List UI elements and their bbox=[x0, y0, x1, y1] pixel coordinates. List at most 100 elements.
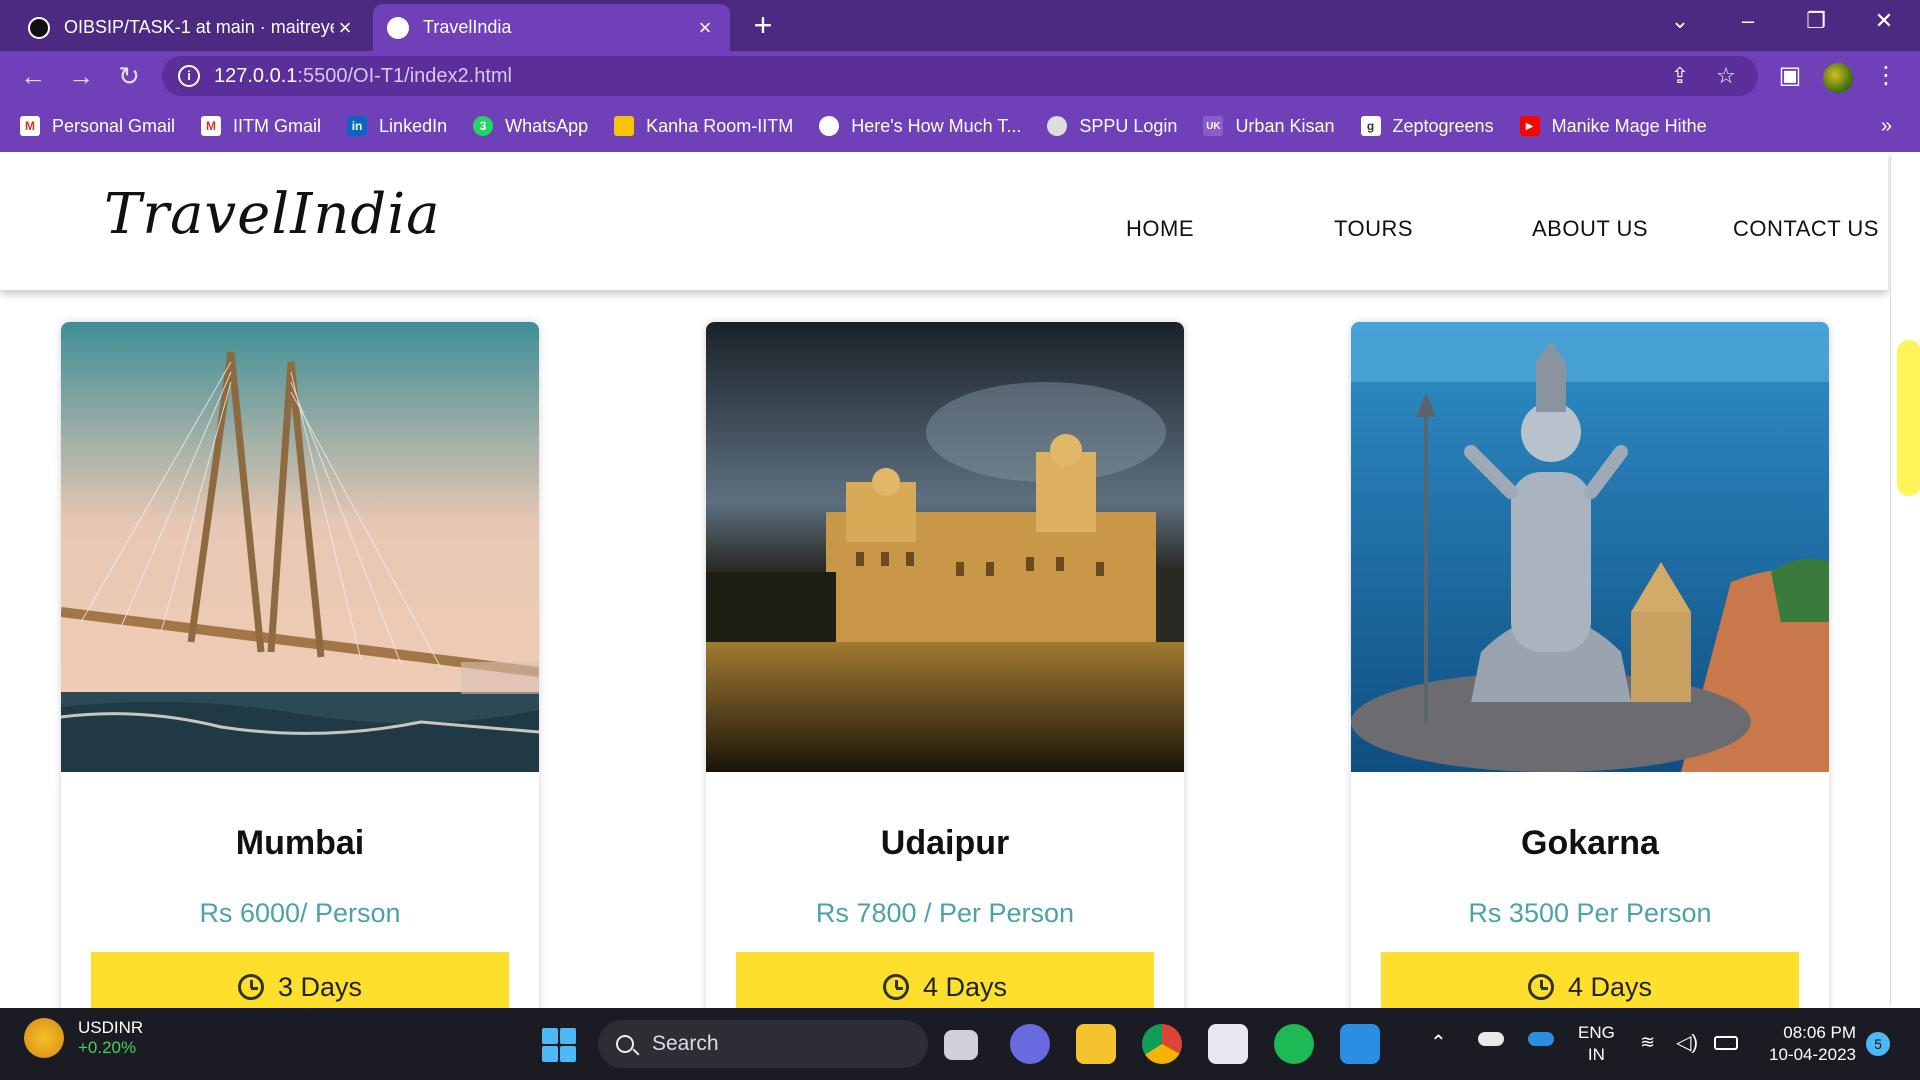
clock-icon bbox=[882, 974, 909, 1000]
whatsapp-icon: 3 bbox=[473, 116, 494, 136]
taskbar-search[interactable]: Search bbox=[598, 1020, 928, 1068]
github-icon bbox=[28, 16, 50, 39]
card-duration: 3 Days bbox=[277, 971, 363, 1002]
zepto-icon: g bbox=[1360, 116, 1381, 136]
bookmark-zeptogreens[interactable]: g Zeptogreens bbox=[1360, 116, 1494, 137]
side-panel-icon[interactable]: ▣ bbox=[1774, 60, 1806, 92]
onedrive-business-icon[interactable] bbox=[1528, 1032, 1554, 1046]
card-city: Udaipur bbox=[880, 824, 1010, 862]
card-duration-button[interactable]: 4 Days bbox=[1381, 952, 1799, 1008]
task-view-icon[interactable] bbox=[944, 1030, 978, 1060]
site-logo[interactable]: TravelIndia bbox=[104, 182, 441, 247]
bookmark-urban-kisan[interactable]: UK Urban Kisan bbox=[1203, 116, 1335, 137]
card-duration-button[interactable]: 3 Days bbox=[91, 952, 509, 1008]
close-window-button[interactable]: ✕ bbox=[1856, 0, 1912, 42]
tab-title: TravelIndia bbox=[423, 17, 512, 37]
address-bar[interactable]: i 127.0.0.1:5500/OI-T1/index2.html ⇪ ☆ bbox=[162, 56, 1758, 96]
card-price: Rs 7800 / Per Person bbox=[815, 898, 1075, 928]
reload-icon[interactable]: ↻ bbox=[112, 59, 146, 93]
close-tab-icon[interactable]: × bbox=[334, 15, 356, 41]
bookmark-whatsapp[interactable]: 3 WhatsApp bbox=[473, 116, 588, 137]
card-price: Rs 6000/ Person bbox=[199, 898, 401, 928]
spotify-icon[interactable] bbox=[1274, 1024, 1314, 1064]
page-viewport: TravelIndia HOME TOURS ABOUT US CONTACT … bbox=[0, 152, 1920, 1008]
start-button[interactable] bbox=[542, 1028, 576, 1062]
onedrive-personal-icon[interactable] bbox=[1478, 1032, 1504, 1046]
search-label: Search bbox=[652, 1032, 719, 1055]
snipping-tool-icon[interactable] bbox=[1208, 1024, 1248, 1064]
globe-icon bbox=[819, 116, 840, 136]
card-city: Gokarna bbox=[1521, 824, 1659, 862]
card-duration: 4 Days bbox=[1567, 971, 1653, 1002]
system-clock[interactable]: 08:06 PM 10-04-2023 bbox=[1760, 1022, 1856, 1066]
chrome-icon[interactable] bbox=[1142, 1024, 1182, 1064]
nav-tours[interactable]: TOURS bbox=[1334, 216, 1413, 242]
page-scrollbar[interactable] bbox=[1890, 156, 1920, 1006]
card-duration-button[interactable]: 4 Days bbox=[736, 952, 1154, 1008]
udaipur-palace-image bbox=[706, 322, 1184, 772]
back-icon[interactable]: ← bbox=[16, 59, 50, 93]
tour-card-gokarna[interactable]: Gokarna Rs 3500 Per Person 4 Days bbox=[1351, 322, 1829, 1008]
site-header: TravelIndia HOME TOURS ABOUT US CONTACT … bbox=[0, 152, 1888, 290]
bookmarks-bar: M Personal Gmail M IITM Gmail in LinkedIn 3… bbox=[0, 100, 1920, 152]
browser-tab-strip: OIBSIP/TASK-1 at main · maitreye × Trave… bbox=[0, 0, 1920, 51]
bookmark-heres-how-much[interactable]: Here's How Much T... bbox=[819, 116, 1021, 137]
nav-about-us[interactable]: ABOUT US bbox=[1532, 216, 1648, 242]
bookmark-manike-mage-hithe[interactable]: ▶ Manike Mage Hithe bbox=[1519, 116, 1707, 137]
youtube-icon: ▶ bbox=[1519, 116, 1540, 136]
ticker-change: +0.20% bbox=[78, 1038, 137, 1057]
sheets-icon bbox=[614, 116, 635, 136]
screen: OIBSIP/TASK-1 at main · maitreye × Trave… bbox=[0, 0, 1920, 1080]
tab-github[interactable]: OIBSIP/TASK-1 at main · maitreye × bbox=[14, 4, 370, 51]
language-indicator[interactable]: ENG IN bbox=[1578, 1022, 1615, 1066]
search-icon bbox=[616, 1035, 634, 1053]
linkedin-icon: in bbox=[347, 116, 368, 136]
bookmark-personal-gmail[interactable]: M Personal Gmail bbox=[20, 116, 175, 137]
forward-icon[interactable]: → bbox=[64, 59, 98, 93]
market-widget[interactable]: USDINR +0.20% bbox=[24, 1018, 143, 1058]
restore-button[interactable]: ❐ bbox=[1788, 0, 1844, 42]
currency-icon bbox=[24, 1018, 64, 1058]
gokarna-shiva-statue-image bbox=[1351, 322, 1829, 772]
globe-icon bbox=[387, 16, 409, 39]
mumbai-sea-link-image bbox=[61, 322, 539, 772]
url-text: 127.0.0.1:5500/OI-T1/index2.html bbox=[214, 64, 512, 87]
close-tab-icon[interactable]: × bbox=[694, 15, 716, 41]
vscode-icon[interactable] bbox=[1340, 1024, 1380, 1064]
bookmark-kanha-room[interactable]: Kanha Room-IITM bbox=[614, 116, 793, 137]
profile-avatar[interactable] bbox=[1823, 63, 1853, 93]
clock-icon bbox=[1527, 974, 1554, 1000]
show-hidden-icons[interactable]: ⌃ bbox=[1430, 1030, 1447, 1055]
menu-icon[interactable]: ⋮ bbox=[1870, 60, 1902, 92]
tab-travelindia[interactable]: TravelIndia × bbox=[373, 4, 730, 51]
browser-toolbar: ← → ↻ i 127.0.0.1:5500/OI-T1/index2.html… bbox=[0, 51, 1920, 100]
notification-badge[interactable]: 5 bbox=[1866, 1032, 1890, 1056]
tab-title: OIBSIP/TASK-1 at main · maitreye bbox=[64, 17, 334, 37]
site-info-icon[interactable]: i bbox=[178, 65, 200, 87]
share-icon[interactable]: ⇪ bbox=[1666, 62, 1694, 90]
volume-icon[interactable]: ◁) bbox=[1676, 1030, 1698, 1055]
bookmark-star-icon[interactable]: ☆ bbox=[1712, 62, 1740, 90]
urban-kisan-icon: UK bbox=[1203, 116, 1224, 136]
wifi-icon[interactable]: ≋ bbox=[1640, 1032, 1655, 1053]
bookmark-sppu-login[interactable]: SPPU Login bbox=[1047, 116, 1177, 137]
tour-card-udaipur[interactable]: Udaipur Rs 7800 / Per Person 4 Days bbox=[706, 322, 1184, 1008]
nav-home[interactable]: HOME bbox=[1126, 216, 1194, 242]
gmail-icon: M bbox=[20, 116, 40, 136]
nav-contact-us[interactable]: CONTACT US bbox=[1733, 216, 1879, 242]
tour-card-mumbai[interactable]: Mumbai Rs 6000/ Person 3 Days bbox=[61, 322, 539, 1008]
tab-search-icon[interactable]: ⌄ bbox=[1652, 0, 1708, 42]
more-bookmarks-icon[interactable]: » bbox=[1881, 100, 1892, 152]
teams-chat-icon[interactable] bbox=[1010, 1024, 1050, 1064]
windows-taskbar: USDINR +0.20% Search ⌃ ENG IN ≋ ◁) 08:06… bbox=[0, 1008, 1920, 1080]
file-explorer-icon[interactable] bbox=[1076, 1024, 1116, 1064]
scrollbar-thumb[interactable] bbox=[1897, 340, 1920, 496]
bookmark-iitm-gmail[interactable]: M IITM Gmail bbox=[201, 116, 321, 137]
minimize-button[interactable]: – bbox=[1720, 0, 1776, 42]
clock-icon bbox=[237, 974, 264, 1000]
card-price: Rs 3500 Per Person bbox=[1468, 898, 1712, 928]
new-tab-button[interactable]: + bbox=[746, 8, 780, 42]
sppu-icon bbox=[1047, 116, 1068, 136]
bookmark-linkedin[interactable]: in LinkedIn bbox=[347, 116, 447, 137]
battery-icon[interactable] bbox=[1714, 1036, 1738, 1050]
